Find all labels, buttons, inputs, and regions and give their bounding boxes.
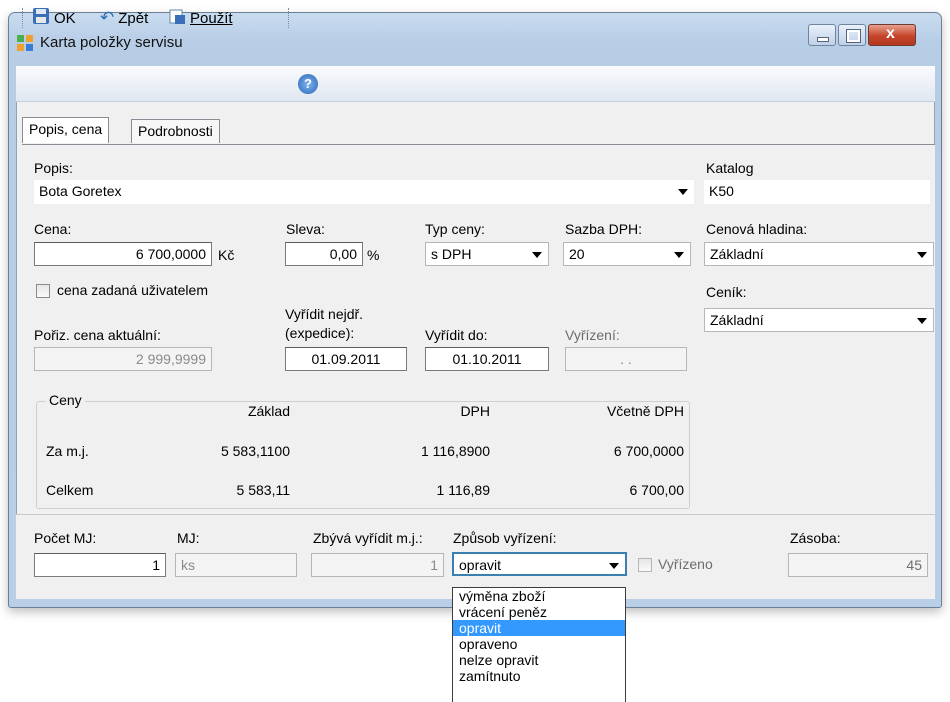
dropdown-option-zamitnuto[interactable]: zamítnuto bbox=[453, 668, 625, 684]
mj-label: MJ: bbox=[177, 530, 200, 546]
pocet-mj-input[interactable]: 1 bbox=[34, 553, 166, 577]
sleva-label: Sleva: bbox=[286, 221, 325, 237]
cell-vcetne-celkem: 6 700,00 bbox=[629, 482, 685, 498]
toolbar-separator bbox=[288, 8, 291, 28]
cell-vcetne-mj: 6 700,0000 bbox=[613, 443, 684, 459]
katalog-label: Katalog bbox=[706, 160, 754, 176]
header-zaklad: Základ bbox=[247, 403, 290, 419]
zasoba-label: Zásoba: bbox=[790, 530, 841, 546]
popis-input[interactable]: Bota Goretex bbox=[34, 180, 694, 204]
dropdown-option-vymena[interactable]: výměna zboží bbox=[453, 588, 625, 604]
zpusob-dropdown-list: výměna zboží vrácení peněz opravit oprav… bbox=[452, 587, 626, 702]
typ-ceny-select[interactable]: s DPH bbox=[425, 242, 549, 266]
header-vcetne-dph: Včetně DPH bbox=[606, 403, 684, 419]
ceny-title: Ceny bbox=[46, 392, 85, 408]
apply-button[interactable]: Použít bbox=[168, 7, 233, 29]
vyrizeni-label: Vyřízení: bbox=[565, 327, 620, 343]
popis-label: Popis: bbox=[34, 160, 73, 176]
sazba-dph-label: Sazba DPH: bbox=[565, 221, 643, 237]
close-button[interactable]: x bbox=[868, 24, 916, 46]
cena-unit: Kč bbox=[218, 247, 235, 263]
cenova-hladina-label: Cenová hladina: bbox=[706, 221, 808, 237]
vyrizeno-label: Vyřízeno bbox=[658, 556, 713, 572]
row-label-celkem: Celkem bbox=[46, 482, 94, 498]
cell-dph-celkem: 1 116,89 bbox=[436, 482, 490, 498]
cell-dph-mj: 1 116,8900 bbox=[420, 443, 490, 459]
tab-popis-cena[interactable]: Popis, cena bbox=[22, 117, 110, 143]
row-label-za-mj: Za m.j. bbox=[46, 443, 89, 459]
zbyva-label: Zbývá vyřídit m.j.: bbox=[313, 530, 423, 546]
cenik-select[interactable]: Základní bbox=[704, 308, 934, 332]
window-icon bbox=[16, 34, 34, 52]
cena-input[interactable]: 6 700,0000 bbox=[34, 242, 212, 266]
dropdown-option-vraceni[interactable]: vrácení peněz bbox=[453, 604, 625, 620]
chevron-down-icon bbox=[674, 252, 684, 258]
pocet-mj-label: Počet MJ: bbox=[34, 530, 97, 546]
cena-uzivatelem-checkbox[interactable] bbox=[36, 284, 50, 298]
dropdown-option-nelze[interactable]: nelze opravit bbox=[453, 652, 625, 668]
vyridit-nejdr-label-2: (expedice): bbox=[285, 325, 355, 341]
cenik-label: Ceník: bbox=[706, 284, 747, 300]
sazba-dph-select[interactable]: 20 bbox=[563, 242, 691, 266]
back-button[interactable]: ↶ Zpět bbox=[100, 7, 148, 29]
toolbar-grip bbox=[22, 8, 25, 28]
apply-label: Použít bbox=[190, 9, 233, 27]
undo-icon: ↶ bbox=[100, 8, 115, 27]
minimize-button[interactable] bbox=[808, 24, 836, 46]
close-icon: x bbox=[886, 25, 895, 42]
sleva-unit: % bbox=[367, 247, 380, 263]
zbyva-input: 1 bbox=[311, 553, 444, 577]
chevron-down-icon bbox=[532, 252, 542, 258]
toolbar bbox=[16, 66, 935, 102]
cell-zaklad-mj: 5 583,1100 bbox=[220, 443, 290, 459]
dropdown-option-opraveno[interactable]: opraveno bbox=[453, 636, 625, 652]
zpusob-label: Způsob vyřízení: bbox=[453, 530, 557, 546]
header-dph: DPH bbox=[460, 403, 490, 419]
cell-zaklad-celkem: 5 583,11 bbox=[236, 482, 290, 498]
dropdown-option-opravit[interactable]: opravit bbox=[453, 620, 625, 636]
tab-podrobnosti[interactable]: Podrobnosti bbox=[131, 119, 220, 143]
typ-ceny-label: Typ ceny: bbox=[425, 221, 485, 237]
cenova-hladina-select[interactable]: Základní bbox=[704, 242, 934, 266]
back-label: Zpět bbox=[118, 9, 149, 27]
katalog-input[interactable]: K50 bbox=[704, 180, 930, 204]
chevron-down-icon bbox=[917, 252, 927, 258]
poriz-cena-label: Pořiz. cena aktuální: bbox=[34, 327, 161, 343]
zasoba-input: 45 bbox=[788, 553, 928, 577]
vyridit-nejdr-input[interactable]: 01.09.2011 bbox=[285, 347, 407, 371]
vyridit-do-label: Vyřídit do: bbox=[425, 327, 488, 343]
maximize-button[interactable] bbox=[838, 24, 866, 46]
vyrizeno-checkbox[interactable] bbox=[638, 558, 652, 572]
cena-uzivatelem-label: cena zadaná uživatelem bbox=[57, 282, 208, 298]
chevron-down-icon bbox=[917, 318, 927, 324]
zpusob-select[interactable]: opravit bbox=[452, 552, 627, 576]
chevron-down-icon[interactable] bbox=[678, 189, 688, 195]
mj-input: ks bbox=[175, 553, 297, 577]
chevron-down-icon bbox=[609, 563, 619, 569]
cena-label: Cena: bbox=[34, 221, 72, 237]
apply-icon bbox=[168, 7, 186, 29]
ok-button[interactable]: OK bbox=[32, 7, 76, 29]
vyridit-do-input[interactable]: 01.10.2011 bbox=[425, 347, 549, 371]
window-title: Karta položky servisu bbox=[40, 34, 183, 51]
poriz-cena-input: 2 999,9999 bbox=[34, 347, 212, 371]
sleva-input[interactable]: 0,00 bbox=[285, 242, 363, 266]
vyridit-nejdr-label: Vyřídit nejdř. bbox=[285, 306, 364, 322]
ok-label: OK bbox=[54, 9, 76, 27]
vyrizeni-input: . . bbox=[565, 347, 687, 371]
save-icon bbox=[32, 7, 50, 29]
help-icon[interactable]: ? bbox=[298, 74, 318, 94]
